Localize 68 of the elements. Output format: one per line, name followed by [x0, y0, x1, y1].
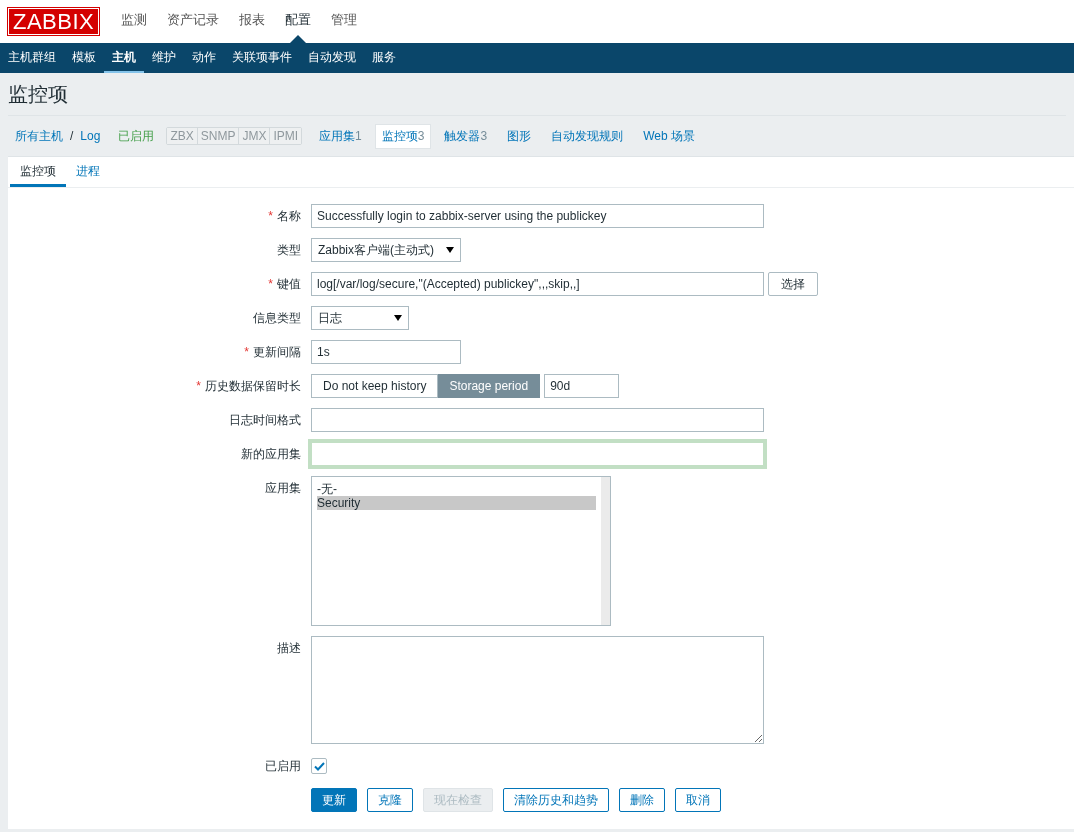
host-tab[interactable]: 应用集1 — [312, 123, 369, 149]
action-button[interactable]: 清除历史和趋势 — [503, 788, 609, 812]
text-field[interactable]: log[/var/log/secure,"(Accepted) publickey",,,skip,,] — [311, 272, 764, 296]
text-area[interactable] — [311, 636, 764, 744]
field-label: 历史数据保留时长 — [205, 379, 301, 393]
field-label: 信息类型 — [253, 311, 301, 325]
text-field[interactable] — [311, 442, 764, 466]
checkbox[interactable] — [311, 758, 327, 774]
form-tab[interactable]: 进程 — [66, 157, 110, 187]
sub-menu-item[interactable]: 维护 — [144, 43, 184, 73]
top-menu-item[interactable]: 配置 — [275, 0, 322, 43]
host-tab[interactable]: 监控项3 — [374, 123, 432, 149]
host-tab[interactable]: Web 场景 — [636, 123, 702, 149]
top-menu-item[interactable]: 监测 — [111, 0, 158, 43]
host-tab[interactable]: 触发器3 — [437, 123, 495, 149]
sub-menu-item[interactable]: 关联项事件 — [224, 43, 300, 73]
text-field[interactable]: 90d — [544, 374, 620, 398]
select-button[interactable]: 选择 — [768, 272, 818, 296]
top-menu-item[interactable]: 资产记录 — [157, 0, 230, 43]
sub-menu-item[interactable]: 模板 — [64, 43, 104, 73]
scrollbar[interactable] — [601, 477, 610, 625]
text-field[interactable]: Successfully login to zabbix-server using the publickey — [311, 204, 764, 228]
sub-menu-item[interactable]: 主机 — [104, 43, 144, 73]
dropdown[interactable]: 日志 — [311, 306, 409, 330]
sub-menu-item[interactable]: 服务 — [364, 43, 404, 73]
caret-icon — [446, 247, 454, 253]
host-tab[interactable]: 图形 — [500, 123, 539, 149]
zabbix-logo[interactable]: ZABBIX — [8, 8, 100, 35]
dropdown[interactable]: Zabbix客户端(主动式) — [311, 238, 461, 262]
list-option[interactable]: -无- — [317, 482, 596, 496]
field-label: 已启用 — [265, 759, 301, 773]
field-label: 描述 — [277, 641, 301, 655]
field-label: 类型 — [277, 243, 301, 257]
sub-menu-item[interactable]: 主机群组 — [0, 43, 64, 73]
field-label: 应用集 — [265, 481, 301, 495]
interface-badge: ZBX — [167, 128, 197, 144]
sub-menu-item[interactable]: 自动发现 — [300, 43, 364, 73]
text-field[interactable] — [311, 408, 764, 432]
action-button[interactable]: 删除 — [619, 788, 665, 812]
form-tab[interactable]: 监控项 — [10, 157, 66, 187]
host-tab[interactable]: 自动发现规则 — [544, 123, 631, 149]
interface-badge: IPMI — [269, 128, 302, 144]
field-label: 新的应用集 — [241, 447, 301, 461]
action-button[interactable]: 取消 — [675, 788, 721, 812]
top-menu-item[interactable]: 管理 — [321, 0, 368, 43]
sub-menu-item[interactable]: 动作 — [184, 43, 224, 73]
radio-option[interactable]: Do not keep history — [311, 374, 439, 398]
text-field[interactable]: 1s — [311, 340, 461, 364]
caret-icon — [394, 315, 402, 321]
top-menu-item[interactable]: 报表 — [229, 0, 276, 43]
page-title: 监控项 — [8, 73, 1066, 116]
list-option[interactable]: Security — [317, 496, 596, 510]
field-label: 键值 — [277, 277, 301, 291]
list-box[interactable]: -无- Security — [311, 476, 611, 626]
required-mark: * — [268, 277, 273, 291]
action-button[interactable]: 更新 — [311, 788, 357, 812]
required-mark: * — [268, 209, 273, 223]
breadcrumb-link[interactable]: Log — [80, 129, 101, 143]
breadcrumb-link[interactable]: 所有主机 — [15, 127, 63, 145]
host-status: 已启用 — [118, 127, 155, 145]
field-label: 名称 — [277, 209, 301, 223]
required-mark: * — [196, 379, 201, 393]
breadcrumb-separator: / — [70, 129, 74, 143]
field-label: 更新间隔 — [253, 345, 301, 359]
checkmark-icon — [313, 761, 325, 771]
required-mark: * — [244, 345, 249, 359]
field-label: 日志时间格式 — [229, 413, 301, 427]
action-button[interactable]: 克隆 — [367, 788, 413, 812]
